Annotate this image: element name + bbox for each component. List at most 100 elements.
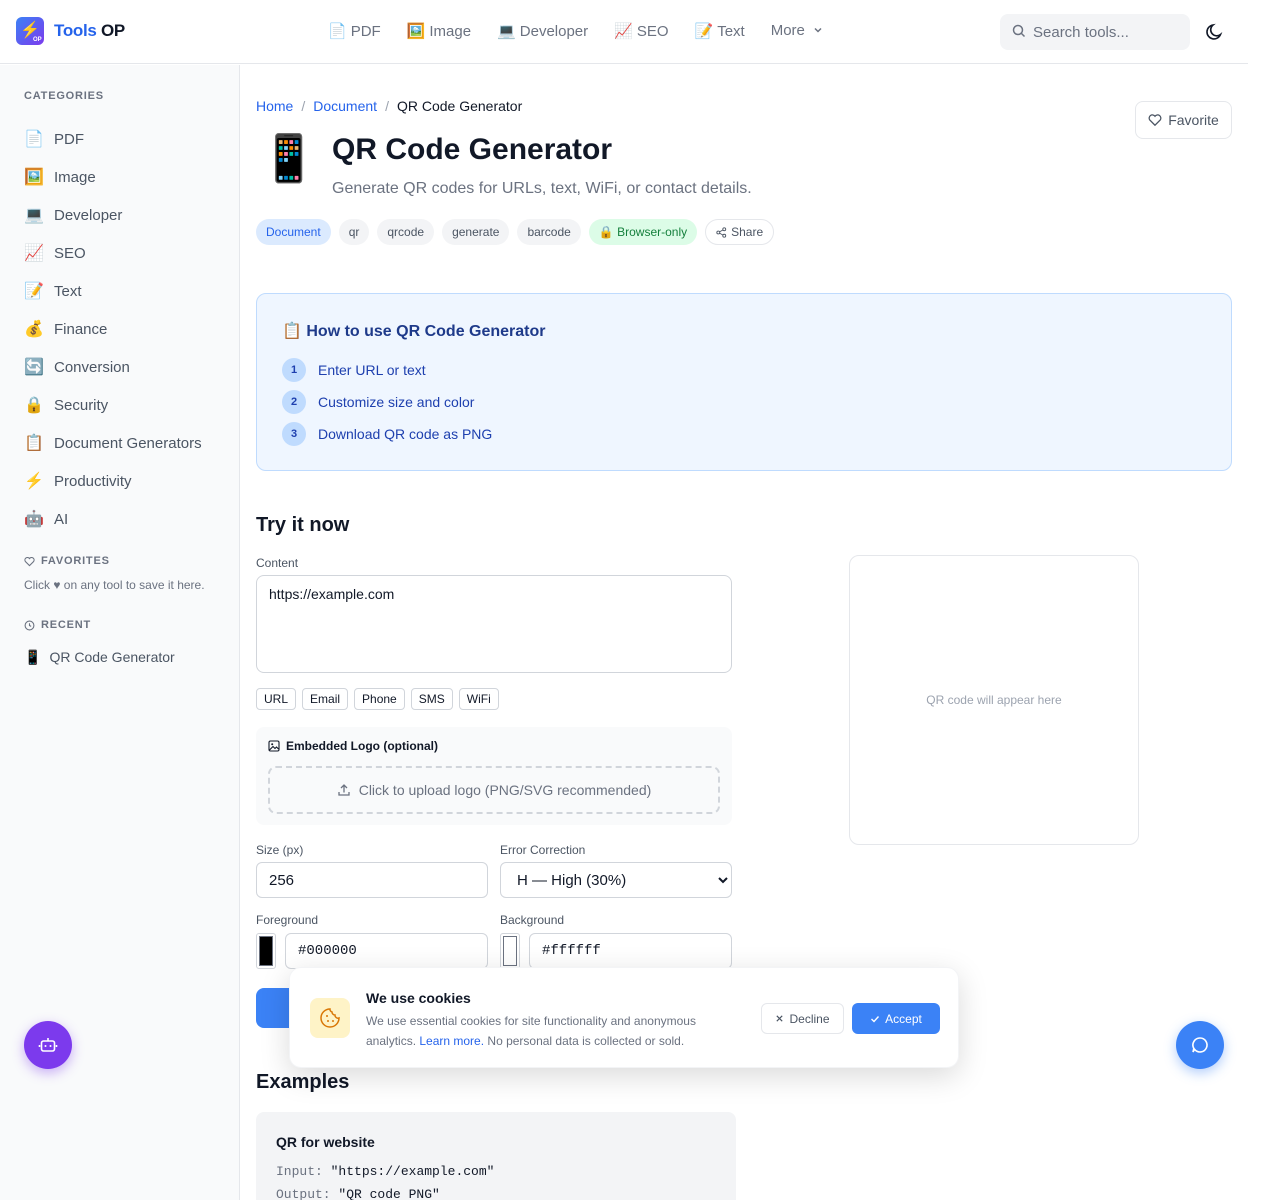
nav-more[interactable]: More [771, 22, 823, 40]
nav-pdf[interactable]: 📄 PDF [328, 22, 381, 40]
cookie-banner: We use cookies We use essential cookies … [289, 967, 959, 1068]
favorite-button[interactable]: Favorite [1135, 101, 1232, 139]
size-label: Size (px) [256, 843, 304, 857]
sidebar-item-label: Conversion [54, 358, 130, 376]
sidebar-item-image[interactable]: 🖼️ Image [24, 158, 202, 196]
recent-heading: RECENT [24, 619, 91, 631]
chevron-down-icon [814, 27, 822, 33]
sidebar-item-label: SEO [54, 244, 86, 262]
sidebar-item-text[interactable]: 📝 Text [24, 272, 202, 310]
qr-preview-panel: QR code will appear here [849, 555, 1139, 845]
breadcrumb-sep: / [301, 98, 306, 114]
share-button[interactable]: Share [705, 219, 775, 245]
image-icon: 🖼️ [24, 169, 44, 186]
tag-keyword: qr [338, 219, 370, 245]
tag-row: Document qr qrcode generate barcode 🔒 Br… [256, 219, 775, 245]
nav-seo[interactable]: 📈 SEO [614, 22, 668, 40]
background-color-swatch[interactable] [500, 933, 520, 969]
how-to-step: 3 Download QR code as PNG [282, 422, 492, 446]
nav-text[interactable]: 📝 Text [695, 22, 745, 40]
logo-text[interactable]: Tools OP [54, 21, 125, 41]
lightning-icon: ⚡ [24, 473, 44, 490]
main-nav: 📄 PDF 🖼️ Image 💻 Developer 📈 SEO 📝 Text More [328, 22, 849, 40]
browser-only-badge: 🔒 Browser-only [588, 219, 698, 245]
preset-email-button[interactable]: Email [302, 688, 349, 710]
sidebar-item-document-generators[interactable]: 📋 Document Generators [24, 424, 202, 462]
preset-url-button[interactable]: URL [256, 688, 297, 710]
recent-item-qr[interactable]: 📱 QR Code Generator [24, 649, 175, 666]
refresh-icon: 🔄 [24, 359, 44, 376]
sidebar-item-developer[interactable]: 💻 Developer [24, 196, 202, 234]
step-text: Customize size and color [318, 394, 475, 410]
decline-button[interactable]: Decline [761, 1003, 844, 1034]
sidebar-item-seo[interactable]: 📈 SEO [24, 234, 202, 272]
content-input[interactable]: https://example.com [256, 575, 732, 673]
tag-keyword: qrcode [377, 219, 435, 245]
top-header: ⚡ OP Tools OP 📄 PDF 🖼️ Image 💻 Developer 📈 S… [0, 0, 1248, 64]
tag-category[interactable]: Document [256, 219, 331, 245]
pdf-icon: 📄 [328, 23, 347, 40]
laptop-icon: 💻 [24, 207, 44, 224]
chart-icon: 📈 [24, 245, 44, 262]
how-to-title: 📋 How to use QR Code Generator [282, 323, 546, 340]
preset-wifi-button[interactable]: WiFi [458, 688, 499, 710]
example-output: Output: "QR code PNG" [276, 1187, 440, 1200]
sidebar-item-security[interactable]: 🔒 Security [24, 386, 202, 424]
sidebar-item-conversion[interactable]: 🔄 Conversion [24, 348, 202, 386]
search-box[interactable] [1000, 14, 1190, 50]
step-number: 3 [282, 422, 306, 446]
sidebar-item-productivity[interactable]: ⚡ Productivity [24, 462, 202, 500]
sidebar-item-pdf[interactable]: 📄 PDF [24, 120, 202, 158]
ai-assistant-button[interactable] [24, 1021, 72, 1069]
sidebar-item-label: AI [54, 510, 69, 528]
page-title: QR Code Generator [332, 133, 613, 166]
background-color-input[interactable] [529, 933, 732, 969]
error-correction-select[interactable]: H — High (30%) [500, 862, 732, 898]
qr-preview-placeholder: QR code will appear here [926, 693, 1062, 707]
nav-image[interactable]: 🖼️ Image [407, 22, 471, 40]
learn-more-link[interactable]: Learn more. [419, 1034, 484, 1048]
image-icon [268, 740, 280, 752]
category-list: 📄 PDF 🖼️ Image 💻 Developer 📈 SEO 📝 Text 💰 Fina… [24, 120, 202, 538]
moon-icon[interactable] [1205, 22, 1225, 42]
foreground-color-input[interactable] [285, 933, 488, 969]
size-input[interactable] [256, 862, 488, 898]
sidebar-item-finance[interactable]: 💰 Finance [24, 310, 202, 348]
example-input-value: "https://example.com" [330, 1164, 495, 1179]
foreground-color-swatch[interactable] [256, 933, 276, 969]
memo-icon: 📝 [694, 23, 714, 40]
search-input[interactable] [1033, 14, 1183, 50]
favorites-heading-text: FAVORITES [41, 555, 110, 567]
preset-phone-button[interactable]: Phone [354, 688, 405, 710]
background-label: Background [500, 913, 565, 927]
nav-label: Developer [519, 23, 589, 40]
cookie-glyph [320, 1008, 340, 1028]
logo-upload-dropzone[interactable]: Click to upload logo (PNG/SVG recommende… [268, 766, 720, 814]
nav-label: Text [717, 23, 745, 40]
sidebar-item-ai[interactable]: 🤖 AI [24, 500, 202, 538]
embedded-logo-panel: Embedded Logo (optional) Click to upload… [256, 727, 732, 825]
share-label: Share [731, 225, 764, 239]
breadcrumb-document[interactable]: Document [313, 98, 377, 114]
bot-icon [38, 1038, 58, 1052]
step-number: 2 [282, 390, 306, 414]
sidebar-item-label: Document Generators [54, 434, 202, 452]
recent-item-label: QR Code Generator [49, 649, 175, 665]
nav-developer[interactable]: 💻 Developer [497, 22, 588, 40]
share-icon [716, 226, 727, 238]
how-to-step: 2 Customize size and color [282, 390, 474, 414]
accept-label: Accept [885, 1011, 922, 1026]
sidebar-item-label: Finance [54, 320, 108, 338]
example-input: Input: "https://example.com" [276, 1164, 494, 1179]
categories-heading: CATEGORIES [24, 90, 104, 102]
breadcrumb-home[interactable]: Home [256, 98, 293, 114]
accept-button[interactable]: Accept [852, 1003, 940, 1034]
chat-bubble-icon [1192, 1037, 1208, 1053]
preset-sms-button[interactable]: SMS [410, 688, 453, 710]
nav-label: PDF [350, 23, 381, 40]
heart-icon [24, 556, 35, 566]
clipboard-icon: 📋 [24, 435, 44, 452]
chat-button[interactable] [1176, 1021, 1224, 1069]
breadcrumb: Home / Document / QR Code Generator [256, 98, 522, 114]
cookie-body: We use essential cookies for site functi… [366, 1011, 726, 1051]
